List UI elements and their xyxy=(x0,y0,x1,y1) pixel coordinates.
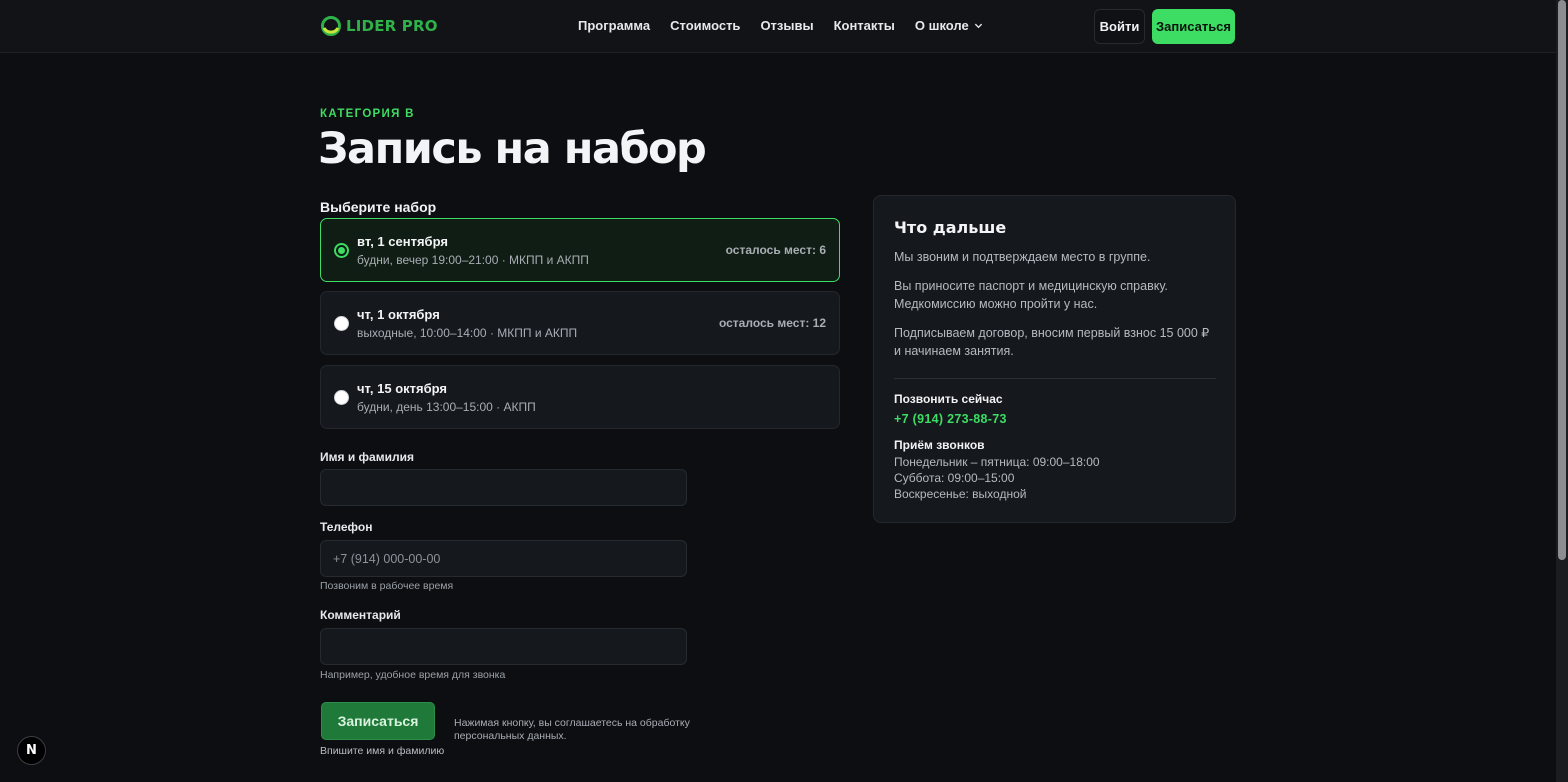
divider xyxy=(894,378,1216,379)
group-schedule: будни, вечер 19:00–21:00 · МКПП и АКПП xyxy=(357,253,589,267)
consent-text: Нажимая кнопку, вы соглашаетесь на обраб… xyxy=(454,717,690,742)
nav-item-reviews[interactable]: Отзывы xyxy=(760,18,813,33)
group-date: чт, 1 октября xyxy=(357,307,440,322)
radio-button[interactable] xyxy=(334,390,349,405)
validation-message: Впишите имя и фамилию xyxy=(320,745,445,757)
card-title: Что дальше xyxy=(894,218,1007,237)
step-text: Подписываем договор, вносим первый взнос… xyxy=(894,326,1210,358)
header-signup-button[interactable]: Записаться xyxy=(1152,9,1235,44)
radio-button[interactable] xyxy=(334,243,349,258)
step-text: Мы звоним и подтверждаем место в группе. xyxy=(894,250,1151,264)
group-option-1[interactable]: вт, 1 сентября будни, вечер 19:00–21:00 … xyxy=(320,218,840,282)
nav-item-price[interactable]: Стоимость xyxy=(670,18,740,33)
phone-field[interactable] xyxy=(320,540,687,577)
next-steps-card: Что дальше Мы звоним и подтверждаем мест… xyxy=(873,195,1236,523)
hours-line: Воскресенье: выходной xyxy=(894,487,1027,501)
name-label: Имя и фамилия xyxy=(320,450,414,464)
seats-left: осталось мест: 12 xyxy=(718,316,826,330)
group-date: чт, 15 октября xyxy=(357,381,448,396)
choose-group-label: Выберите набор xyxy=(320,199,437,215)
hours-line: Понедельник – пятница: 09:00–18:00 xyxy=(894,455,1100,469)
group-schedule: выходные, 10:00–14:00 · МКПП и АКПП xyxy=(357,326,578,340)
logo-ring-icon xyxy=(321,16,341,36)
group-schedule: будни, день 13:00–15:00 · АКПП xyxy=(357,400,536,414)
step-text: Вы приносите паспорт и медицинскую справ… xyxy=(894,279,1168,311)
comment-label: Комментарий xyxy=(320,608,401,622)
login-button[interactable]: Войти xyxy=(1094,9,1145,44)
group-option-2[interactable]: чт, 1 октября выходные, 10:00–14:00 · МК… xyxy=(320,291,840,355)
hours-label: Приём звонков xyxy=(894,438,985,452)
next-dev-badge[interactable]: N xyxy=(17,736,46,765)
comment-field[interactable] xyxy=(320,628,687,665)
page-scrollbar[interactable] xyxy=(1556,0,1568,782)
call-label: Позвонить сейчас xyxy=(894,392,1003,406)
submit-button[interactable]: Записаться xyxy=(321,702,435,740)
group-option-3[interactable]: чт, 15 октября будни, день 13:00–15:00 ·… xyxy=(320,365,840,429)
category-eyebrow: КАТЕГОРИЯ B xyxy=(320,108,415,120)
scrollbar-thumb[interactable] xyxy=(1558,0,1566,560)
phone-hint: Позвоним в рабочее время xyxy=(320,580,454,592)
nav-item-about[interactable]: О школе xyxy=(915,18,983,33)
phone-link[interactable]: +7 (914) 273-88-73 xyxy=(894,412,1007,426)
page-title: Запись на набор xyxy=(318,124,707,174)
nav-item-program[interactable]: Программа xyxy=(578,18,650,33)
radio-button[interactable] xyxy=(334,316,349,331)
phone-label: Телефон xyxy=(320,520,373,534)
brand-logo[interactable]: LIDER PRO xyxy=(320,13,438,39)
nav-item-about-label: О школе xyxy=(914,18,969,33)
main-nav: Программа Стоимость Отзывы Контакты О шк… xyxy=(578,18,1003,33)
comment-hint: Например, удобное время для звонка xyxy=(320,669,506,681)
nav-item-contacts[interactable]: Контакты xyxy=(834,18,895,33)
site-header: LIDER PRO Программа Стоимость Отзывы Кон… xyxy=(0,0,1556,53)
hours-line: Суббота: 09:00–15:00 xyxy=(894,471,1015,485)
seats-left: осталось мест: 6 xyxy=(725,243,826,257)
group-date: вт, 1 сентября xyxy=(357,234,448,249)
chevron-down-icon xyxy=(974,23,982,29)
name-field[interactable] xyxy=(320,469,687,506)
brand-name: LIDER PRO xyxy=(346,17,438,35)
